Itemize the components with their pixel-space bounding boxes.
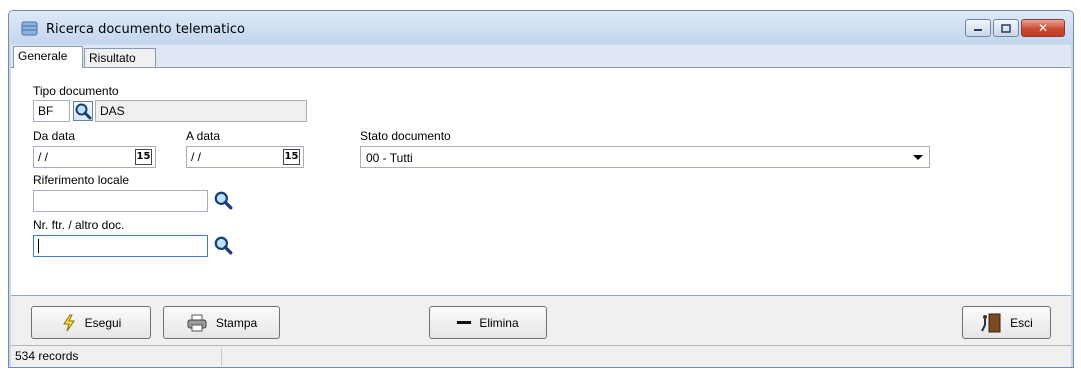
text-caret — [38, 239, 39, 253]
chevron-down-icon — [913, 155, 923, 160]
a-data-label: A data — [186, 129, 221, 143]
stato-documento-value: 00 - Tutti — [366, 151, 413, 165]
status-bar: 534 records — [11, 345, 1071, 367]
tipo-documento-label: Tipo documento — [33, 84, 119, 98]
riferimento-locale-label: Riferimento locale — [33, 173, 130, 187]
tipo-documento-description: DAS — [95, 100, 307, 122]
stato-documento-select[interactable]: 00 - Tutti — [360, 146, 930, 168]
nr-ftr-label: Nr. ftr. / altro doc. — [33, 218, 125, 232]
title-bar[interactable]: Ricerca documento telematico ✕ — [9, 11, 1073, 43]
minus-icon — [457, 320, 472, 324]
button-bar: Esegui Stampa Elimina Esci — [11, 295, 1071, 345]
exit-door-icon — [981, 313, 1001, 332]
nr-ftr-input[interactable] — [33, 235, 208, 257]
tab-risultato[interactable]: Risultato — [84, 48, 156, 67]
status-divider — [221, 348, 222, 366]
riferimento-locale-input[interactable] — [33, 190, 208, 212]
lightning-icon — [62, 314, 75, 331]
close-icon: ✕ — [1037, 21, 1049, 35]
da-data-input[interactable]: / / 15 — [33, 146, 156, 168]
search-window: Ricerca documento telematico ✕ Generale … — [8, 10, 1074, 368]
tab-generale[interactable]: Generale — [13, 46, 83, 68]
close-button[interactable]: ✕ — [1021, 19, 1065, 37]
database-icon — [21, 21, 38, 36]
nr-ftr-lookup-button[interactable] — [213, 235, 233, 255]
magnifier-icon — [214, 191, 233, 210]
magnifier-icon — [214, 236, 233, 255]
esci-button[interactable]: Esci — [962, 306, 1051, 339]
elimina-label: Elimina — [479, 315, 519, 330]
stato-documento-label: Stato documento — [360, 129, 451, 143]
esegui-label: Esegui — [84, 315, 122, 330]
tab-label: Generale — [18, 49, 68, 63]
maximize-icon — [1001, 23, 1011, 33]
elimina-button[interactable]: Elimina — [429, 306, 547, 339]
stampa-label: Stampa — [215, 315, 258, 330]
tab-label: Risultato — [89, 51, 136, 65]
window-title: Ricerca documento telematico — [46, 22, 245, 37]
maximize-button[interactable] — [993, 19, 1019, 37]
tipo-documento-lookup-button[interactable] — [73, 101, 93, 121]
da-data-label: Da data — [33, 129, 76, 143]
minimize-icon — [974, 29, 982, 31]
a-data-input[interactable]: / / 15 — [186, 146, 304, 168]
calendar-icon[interactable]: 15 — [283, 149, 300, 165]
calendar-icon[interactable]: 15 — [135, 149, 152, 165]
stampa-button[interactable]: Stampa — [163, 306, 280, 339]
magnifier-icon — [75, 103, 92, 120]
esci-label: Esci — [1010, 315, 1033, 330]
minimize-button[interactable] — [965, 19, 991, 37]
window-controls: ✕ — [965, 19, 1065, 37]
esegui-button[interactable]: Esegui — [31, 306, 151, 339]
printer-icon — [187, 314, 207, 331]
da-data-value: / / — [38, 150, 49, 164]
status-secondary — [223, 349, 227, 365]
riferimento-locale-lookup-button[interactable] — [213, 190, 233, 210]
search-panel: Tipo documento BF DAS Da data / / 15 A d… — [11, 67, 1071, 295]
tab-strip: Generale Risultato — [11, 45, 1071, 68]
tipo-documento-code-input[interactable]: BF — [33, 100, 70, 122]
a-data-value: / / — [191, 150, 202, 164]
records-count: 534 records — [15, 349, 79, 363]
